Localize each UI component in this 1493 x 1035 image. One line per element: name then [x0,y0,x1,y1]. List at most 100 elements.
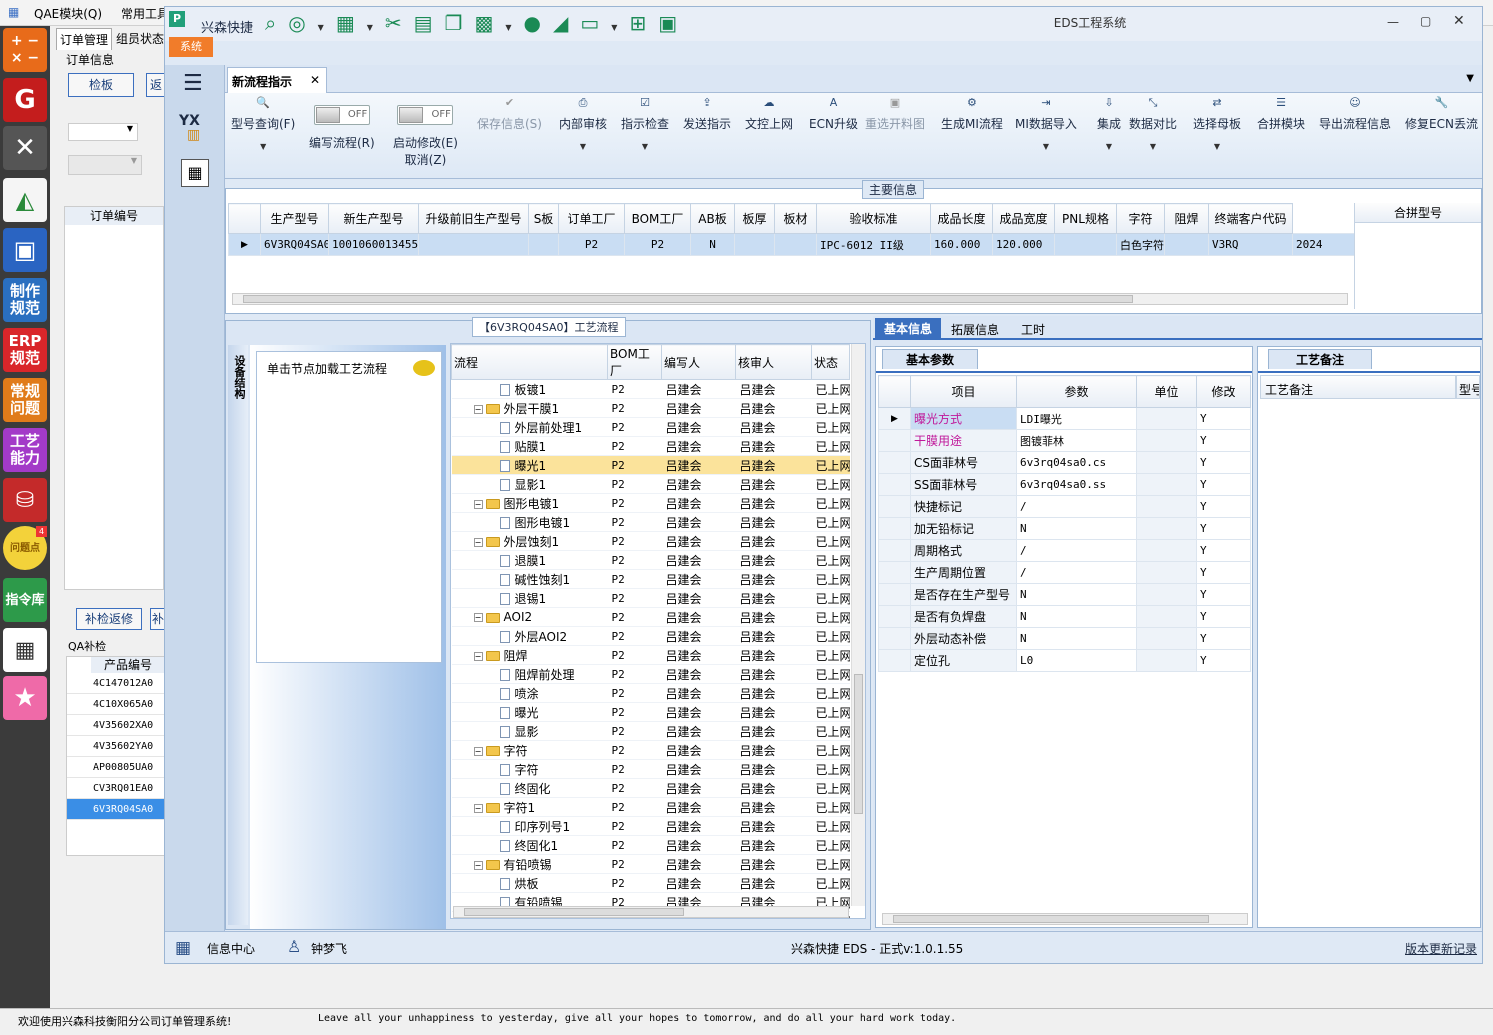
ribbon-button-18[interactable]: 🔧 修复ECN丢流 [1405,97,1478,132]
hamburger-menu-icon[interactable]: ☰ [183,71,203,96]
node-hint-box[interactable]: 单击节点加载工艺流程 [256,351,442,663]
tree-row[interactable]: 贴膜1 P2 吕建会 吕建会 已上网 [451,436,850,456]
ribbon-button-10[interactable]: ▣ 重选开料图 [865,97,925,132]
bg-tab-members[interactable]: 组员状态 [116,30,164,47]
bg-product-row[interactable]: 4C10X065A0 [67,694,165,715]
chevron-down-icon[interactable]: ▼ [1193,142,1241,151]
tree-row[interactable]: 退锡1 P2 吕建会 吕建会 已上网 [451,588,850,608]
ribbon-button-8[interactable]: ☁ 文控上网 [745,97,793,132]
compass-icon[interactable]: ◭ [3,178,47,222]
sidebar-faq-button[interactable]: 常规问题 [3,378,47,422]
tree-row[interactable]: 字符 P2 吕建会 吕建会 已上网 [451,759,850,779]
param-value[interactable]: N [1016,517,1137,540]
tab-extended-info[interactable]: 拓展信息 [951,321,999,338]
tab-basic-info[interactable]: 基本信息 [875,318,941,340]
collapse-icon[interactable]: − [473,404,483,414]
toggle-switch[interactable]: OFF [397,105,454,125]
param-row[interactable]: 外层动态补偿 N Y [878,627,1251,650]
grid-header[interactable]: 生产型号 [260,203,329,234]
search-icon[interactable]: ⌕ [265,11,288,35]
info-center-icon[interactable]: ▦ [175,938,191,958]
scissors-icon[interactable]: ✂ [385,11,414,35]
bg-product-row[interactable]: 4C147012A0 [67,673,165,694]
collapse-icon[interactable]: − [473,746,483,756]
info-center-label[interactable]: 信息中心 [207,940,255,957]
param-row[interactable]: 周期格式 / Y [878,539,1251,562]
tools-icon[interactable]: ✕ [3,126,47,170]
param-row[interactable]: 定位孔 L0 Y [878,649,1251,672]
grid-header[interactable]: 板材 [774,203,817,234]
param-row[interactable]: SS面菲林号 6v3rq04sa0.ss Y [878,473,1251,496]
param-value[interactable]: / [1016,561,1137,584]
grid-header[interactable]: 新生产型号 [328,203,419,234]
sidebar-spec-button[interactable]: 制作规范 [3,278,47,322]
ribbon-button-3[interactable]: OFF 启动修改(E) 取消(Z) [393,105,458,168]
tree-row[interactable]: 板镀1 P2 吕建会 吕建会 已上网 [451,379,850,399]
database-icon[interactable]: ⛁ [3,478,47,522]
process-col-header[interactable]: 核审人 [735,344,812,380]
param-col-header[interactable]: 单位 [1136,375,1197,408]
chevron-down-icon[interactable]: ▼ [231,142,295,151]
ribbon-button-4[interactable]: ✔ 保存信息(S) [477,97,542,132]
tree-row[interactable]: 印序列号1 P2 吕建会 吕建会 已上网 [451,816,850,836]
app-g-icon[interactable]: G [3,78,47,122]
chevron-down-icon[interactable]: ▼ [1097,142,1121,151]
ribbon-button-5[interactable]: ⎙ 内部审核 ▼ [559,97,607,152]
tree-row[interactable]: 终固化 P2 吕建会 吕建会 已上网 [451,778,850,798]
tree-row[interactable]: − 字符1 P2 吕建会 吕建会 已上网 [451,797,850,817]
grid-header[interactable]: 升级前旧生产型号 [418,203,529,234]
star-icon[interactable]: ★ [3,676,47,720]
grid-header[interactable]: 验收标准 [816,203,931,234]
bg-dropdown[interactable]: ▼ [68,123,138,141]
grid-header[interactable]: 成品长度 [930,203,993,234]
chevron-down-icon[interactable]: ▼ [611,23,629,32]
param-col-header[interactable]: 修改 [1196,375,1251,408]
param-row[interactable]: 是否存在生产型号 N Y [878,583,1251,606]
collapse-icon[interactable]: − [473,860,483,870]
chevron-down-icon[interactable]: ▼ [1015,142,1077,151]
main-info-hscroll[interactable] [232,293,1348,305]
menu-qae[interactable]: QAE模块(Q) [34,5,102,22]
film-icon[interactable]: ▤ [414,11,445,35]
ribbon-button-7[interactable]: ⇪ 发送指示 [683,97,731,132]
calculator-icon[interactable]: ▦ [181,159,209,187]
tree-row[interactable]: − 有铅喷锡 P2 吕建会 吕建会 已上网 [451,854,850,874]
lifebuoy-icon[interactable]: ◎ [288,11,317,35]
ribbon-label-2[interactable]: 取消(Z) [393,151,458,168]
tree-row[interactable]: 曝光1 P2 吕建会 吕建会 已上网 [451,455,850,475]
tree-row[interactable]: 曝光 P2 吕建会 吕建会 已上网 [451,702,850,722]
ribbon-button-1[interactable]: 🔍 型号查询(F) ▼ [231,97,295,152]
tree-row[interactable]: − 字符 P2 吕建会 吕建会 已上网 [451,740,850,760]
ribbon-button-9[interactable]: A ECN升级 [809,97,858,132]
chart-icon[interactable]: ◢ [553,11,580,35]
ribbon-button-17[interactable]: ☺ 导出流程信息 [1319,97,1391,132]
param-value[interactable]: / [1016,539,1137,562]
toggle-switch[interactable]: OFF [313,105,370,125]
pages-icon[interactable]: ▣ [658,11,689,35]
param-row[interactable]: CS面菲林号 6v3rq04sa0.cs Y [878,451,1251,474]
tree-row[interactable]: − 阻焊 P2 吕建会 吕建会 已上网 [451,645,850,665]
tree-row[interactable]: 喷涂 P2 吕建会 吕建会 已上网 [451,683,850,703]
process-side-tab[interactable]: 设备结构 [228,345,248,925]
grid-header[interactable]: BOM工厂 [624,203,691,234]
bg-product-row[interactable]: AP00805UA0 [67,757,165,778]
tab-work-hours[interactable]: 工时 [1021,321,1045,338]
doc-tab-new-process[interactable]: 新流程指示 ✕ [227,67,327,93]
menu-tools[interactable]: 常用工具 [121,5,169,22]
collapse-icon[interactable]: − [473,537,483,547]
tree-row[interactable]: 外层前处理1 P2 吕建会 吕建会 已上网 [451,417,850,437]
minimize-icon[interactable]: — [1387,15,1399,29]
ribbon-button-15[interactable]: ⇄ 选择母板 ▼ [1193,97,1241,152]
tree-row[interactable]: − 外层蚀刻1 P2 吕建会 吕建会 已上网 [451,531,850,551]
copy-icon[interactable]: ❐ [445,11,475,35]
restore-icon[interactable]: ▢ [1420,14,1431,28]
tab-overflow-icon[interactable]: ▼ [1466,73,1474,84]
grid-header[interactable]: 终端客户代码 [1208,203,1293,234]
chevron-down-icon[interactable]: ▼ [559,142,607,151]
bg-recheck-button[interactable]: 补检返修 [76,608,142,630]
table-icon[interactable]: ▦ [336,11,367,35]
ribbon-button-11[interactable]: ⚙ 生成MI流程 [941,97,1003,132]
save-disk-icon[interactable]: ▣ [3,228,47,272]
chevron-down-icon[interactable]: ▼ [621,142,669,151]
process-vscroll[interactable] [851,344,865,906]
